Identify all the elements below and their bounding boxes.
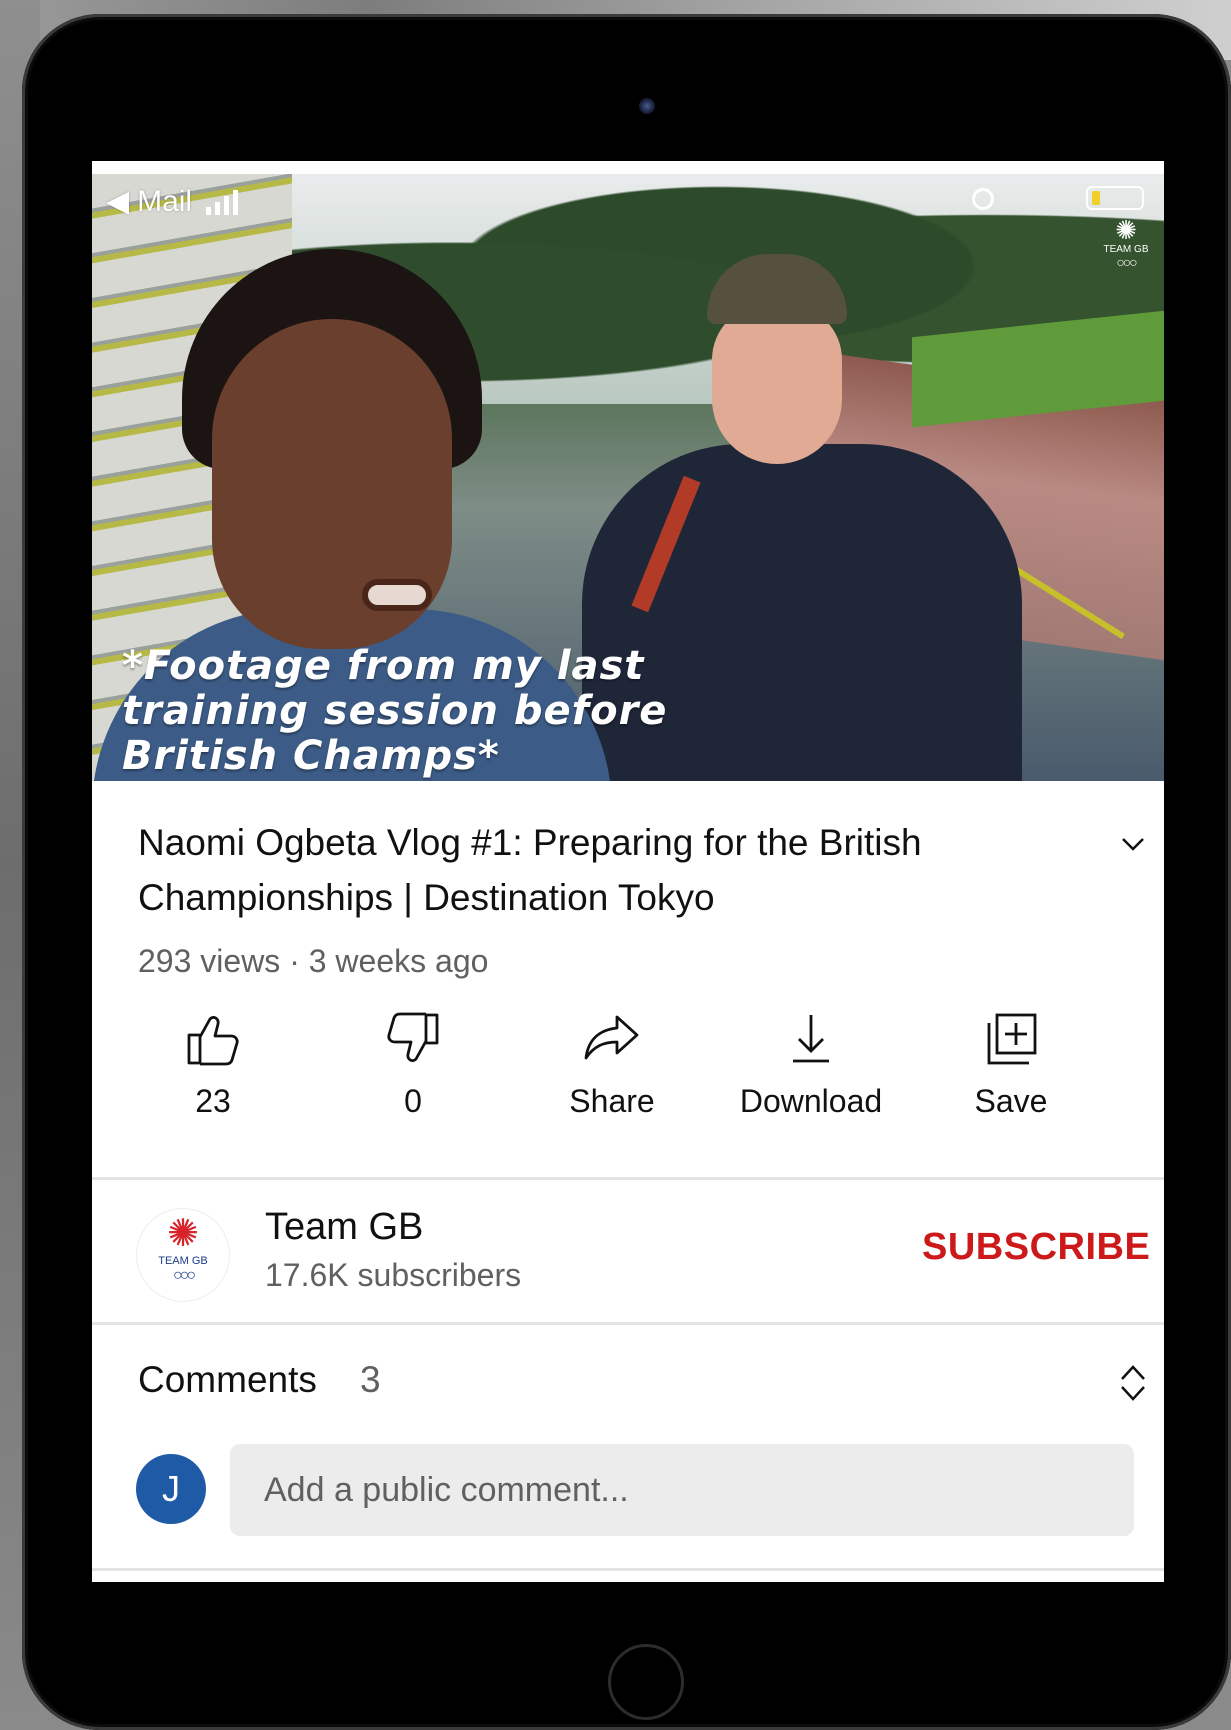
signal-icon xyxy=(206,189,239,215)
back-app-label[interactable]: Mail xyxy=(137,185,192,219)
action-bar: 23 0 Share Download Save xyxy=(92,1011,1164,1181)
lion-icon: ✺ xyxy=(1115,215,1137,245)
olympic-rings-icon: ○○○ xyxy=(173,1267,196,1284)
olympic-rings-icon: ○○○ xyxy=(1116,254,1137,270)
view-count: 293 views xyxy=(138,943,281,979)
comments-count: 3 xyxy=(360,1359,381,1400)
home-button[interactable] xyxy=(608,1644,684,1720)
comments-heading[interactable]: Comments xyxy=(138,1359,317,1401)
like-button[interactable]: 23 xyxy=(123,1011,303,1120)
chevron-down-icon[interactable] xyxy=(1120,831,1146,857)
share-icon xyxy=(584,1015,639,1060)
thumbs-down-icon xyxy=(387,1012,439,1063)
video-meta: 293 views · 3 weeks ago xyxy=(138,943,488,980)
status-bar: ◀ Mail xyxy=(106,184,239,219)
divider xyxy=(92,1568,1164,1571)
channel-avatar[interactable]: ✺ TEAM GB ○○○ xyxy=(136,1208,230,1302)
youtube-screen: ◀ Mail ✺ TEAM GB ○○○ *Footage from my la… xyxy=(92,161,1164,1582)
comment-input[interactable] xyxy=(230,1444,1134,1536)
download-icon xyxy=(793,1015,829,1063)
battery-icon xyxy=(1086,186,1144,210)
subscriber-count: 17.6K subscribers xyxy=(265,1257,522,1293)
divider xyxy=(92,1322,1164,1325)
save-icon xyxy=(987,1013,1037,1065)
meta-separator: · xyxy=(289,943,300,979)
lion-icon: ✺ xyxy=(167,1213,199,1255)
front-camera xyxy=(639,98,655,114)
dislike-button[interactable]: 0 xyxy=(323,1011,503,1120)
video-player[interactable]: ◀ Mail ✺ TEAM GB ○○○ *Footage from my la… xyxy=(92,174,1164,781)
back-arrow-icon[interactable]: ◀ xyxy=(106,184,129,219)
save-label: Save xyxy=(974,1083,1048,1119)
dislike-count: 0 xyxy=(404,1083,422,1119)
like-count: 23 xyxy=(195,1083,231,1119)
rotation-lock-icon xyxy=(972,188,994,210)
share-button[interactable]: Share xyxy=(522,1011,702,1120)
upload-age: 3 weeks ago xyxy=(308,943,489,979)
user-avatar[interactable]: J xyxy=(136,1454,206,1524)
expand-collapse-icon[interactable] xyxy=(1118,1361,1148,1405)
subscribe-button[interactable]: SUBSCRIBE xyxy=(922,1226,1150,1269)
avatar-logo-text: TEAM GB xyxy=(158,1255,208,1267)
thumbs-up-icon xyxy=(187,1015,239,1066)
save-button[interactable]: Save xyxy=(921,1011,1101,1120)
video-title: Naomi Ogbeta Vlog #1: Preparing for the … xyxy=(138,822,922,918)
team-gb-watermark: ✺ TEAM GB ○○○ xyxy=(1096,215,1156,270)
download-label: Download xyxy=(739,1083,883,1119)
channel-name[interactable]: Team GB xyxy=(265,1206,423,1249)
video-caption: *Footage from my last training session b… xyxy=(122,643,668,779)
divider xyxy=(92,1177,1164,1180)
share-label: Share xyxy=(569,1083,655,1119)
download-button[interactable]: Download xyxy=(721,1011,901,1120)
